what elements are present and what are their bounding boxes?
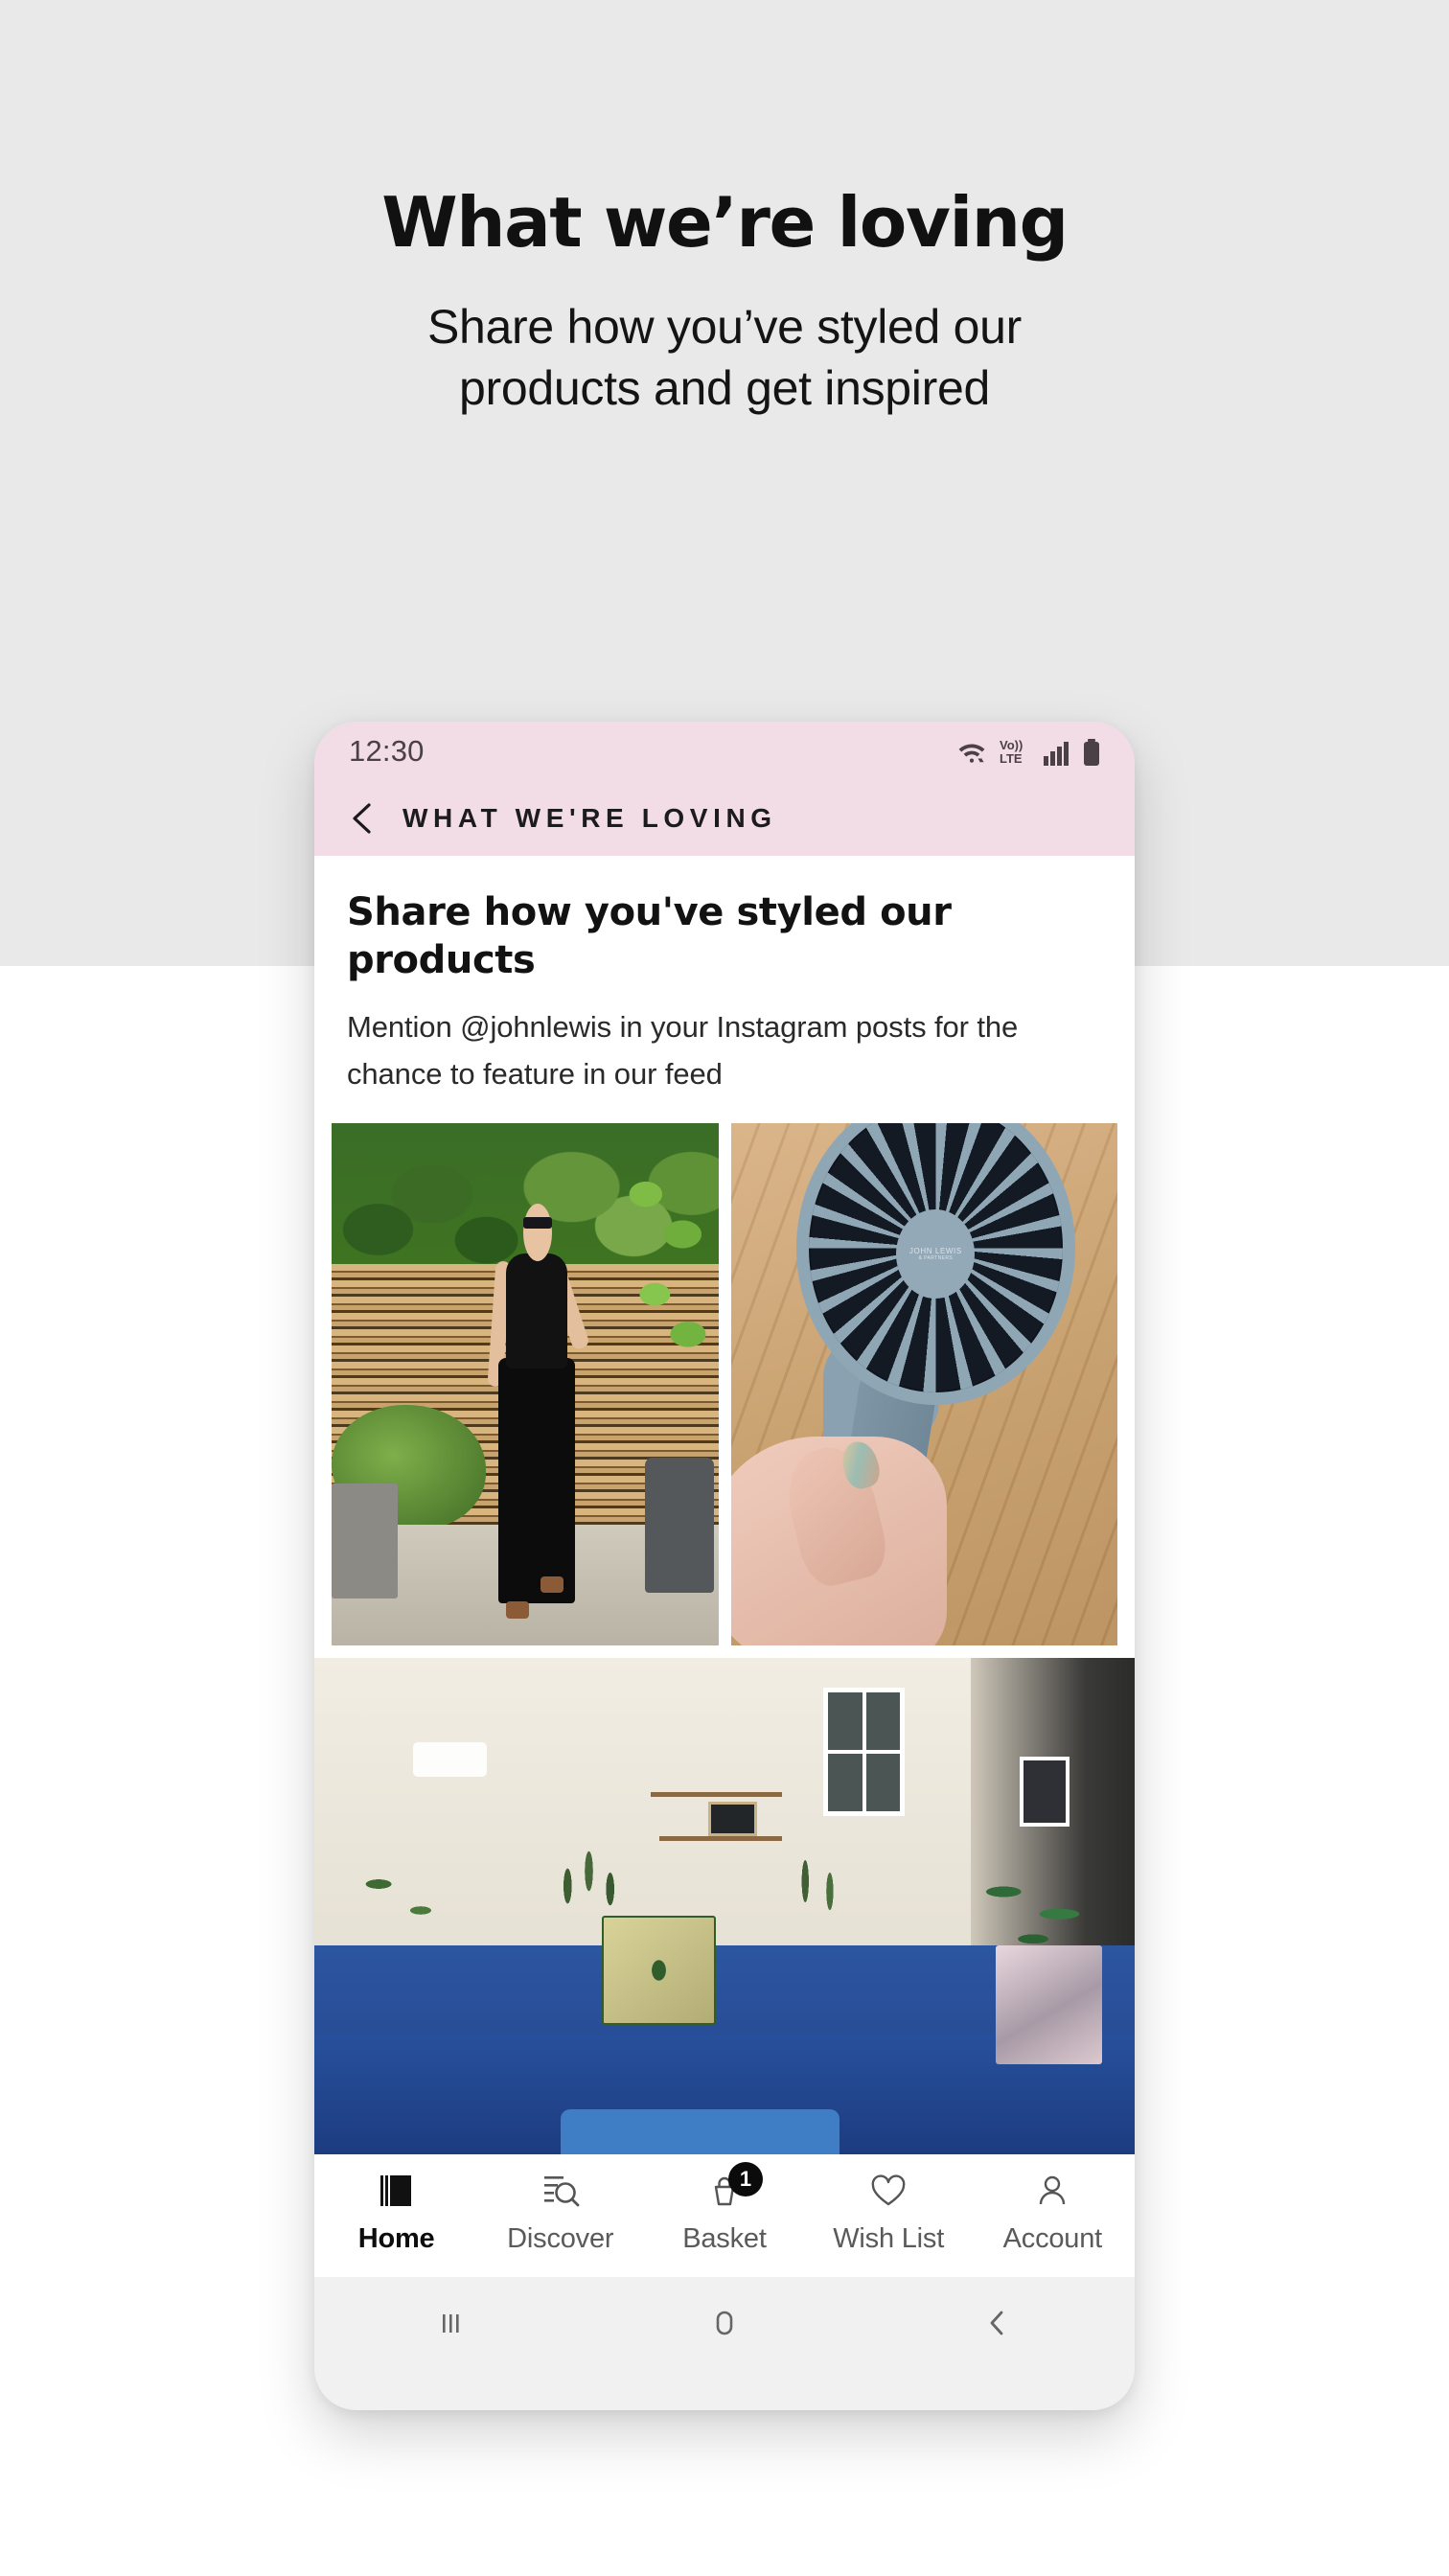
phone-mockup: 12:30 Vo)) LTE WHAT WE'RE LOVING Share h… — [314, 722, 1135, 2410]
status-bar: 12:30 Vo)) LTE — [314, 722, 1135, 781]
chevron-left-icon[interactable] — [345, 800, 381, 837]
page-subtitle-line-2: products and get inspired — [459, 361, 990, 416]
battery-icon — [1083, 739, 1100, 766]
home-logo-icon — [375, 2168, 419, 2214]
nav-label-home: Home — [357, 2222, 435, 2254]
search-list-icon — [539, 2168, 583, 2214]
volte-icon: Vo)) LTE — [999, 737, 1033, 766]
gallery-item-woman-black-outfit-garden[interactable] — [332, 1122, 719, 1645]
status-bar-clock: 12:30 — [349, 734, 425, 768]
gallery-item-blue-corner-sofa-living-room[interactable] — [314, 1657, 1135, 2154]
app-header-title: WHAT WE'RE LOVING — [402, 803, 777, 833]
nav-item-discover[interactable]: Discover — [478, 2168, 642, 2255]
gallery-item-handheld-fan[interactable]: JOHN LEWIS & PARTNERS — [730, 1122, 1117, 1645]
nav-label-discover: Discover — [507, 2222, 614, 2254]
photo-blue-corner-sofa-living-room — [314, 1657, 1135, 2154]
person-icon — [1030, 2168, 1074, 2214]
fan-hub-branding: JOHN LEWIS & PARTNERS — [896, 1208, 976, 1299]
promo-block: What we’re loving Share how you’ve style… — [0, 0, 1449, 419]
fan-brand-line-1: JOHN LEWIS — [908, 1246, 962, 1255]
nav-item-basket[interactable]: 1 Basket — [642, 2161, 806, 2255]
home-pill-icon[interactable] — [705, 2304, 744, 2342]
status-bar-icons: Vo)) LTE — [955, 737, 1100, 766]
content-heading: Share how you've styled our products — [347, 890, 952, 983]
nav-label-wish-list: Wish List — [833, 2222, 945, 2254]
page-title: What we’re loving — [381, 182, 1069, 263]
basket-badge: 1 — [727, 2161, 763, 2196]
back-chevron-icon[interactable] — [978, 2304, 1017, 2342]
app-header: WHAT WE'RE LOVING — [314, 781, 1135, 856]
photo-gallery: JOHN LEWIS & PARTNERS — [314, 1122, 1135, 2154]
content-body: Mention @johnlewis in your Instagram pos… — [347, 1009, 1019, 1091]
nav-item-wish-list[interactable]: Wish List — [807, 2168, 971, 2255]
heart-icon — [866, 2168, 910, 2214]
signal-icon — [1044, 739, 1072, 766]
nav-label-account: Account — [1002, 2222, 1103, 2254]
photo-woman-black-outfit-garden — [332, 1122, 719, 1645]
recents-icon[interactable] — [432, 2304, 471, 2342]
content-sheet: Share how you've styled our products Men… — [314, 856, 1135, 1123]
photo-handheld-fan: JOHN LEWIS & PARTNERS — [730, 1122, 1117, 1645]
gallery-row-bottom — [314, 1645, 1135, 2154]
fan-brand-line-2: & PARTNERS — [918, 1254, 954, 1261]
nav-label-basket: Basket — [682, 2222, 767, 2254]
svg-text:Vo)): Vo)) — [1000, 738, 1023, 752]
page-subtitle: Share how you’ve styled our products and… — [0, 296, 1449, 419]
system-navigation-bar — [314, 2276, 1135, 2369]
svg-text:LTE: LTE — [1000, 751, 1023, 766]
wifi-icon — [955, 737, 988, 766]
page-subtitle-line-1: Share how you’ve styled our — [426, 300, 1023, 355]
nav-item-account[interactable]: Account — [971, 2168, 1135, 2255]
bottom-navigation: Home Discover 1 Basket Wish List Account — [314, 2153, 1135, 2277]
nav-item-home[interactable]: Home — [314, 2168, 478, 2255]
gallery-row-top: JOHN LEWIS & PARTNERS — [314, 1122, 1135, 1645]
basket-icon: 1 — [702, 2161, 763, 2214]
